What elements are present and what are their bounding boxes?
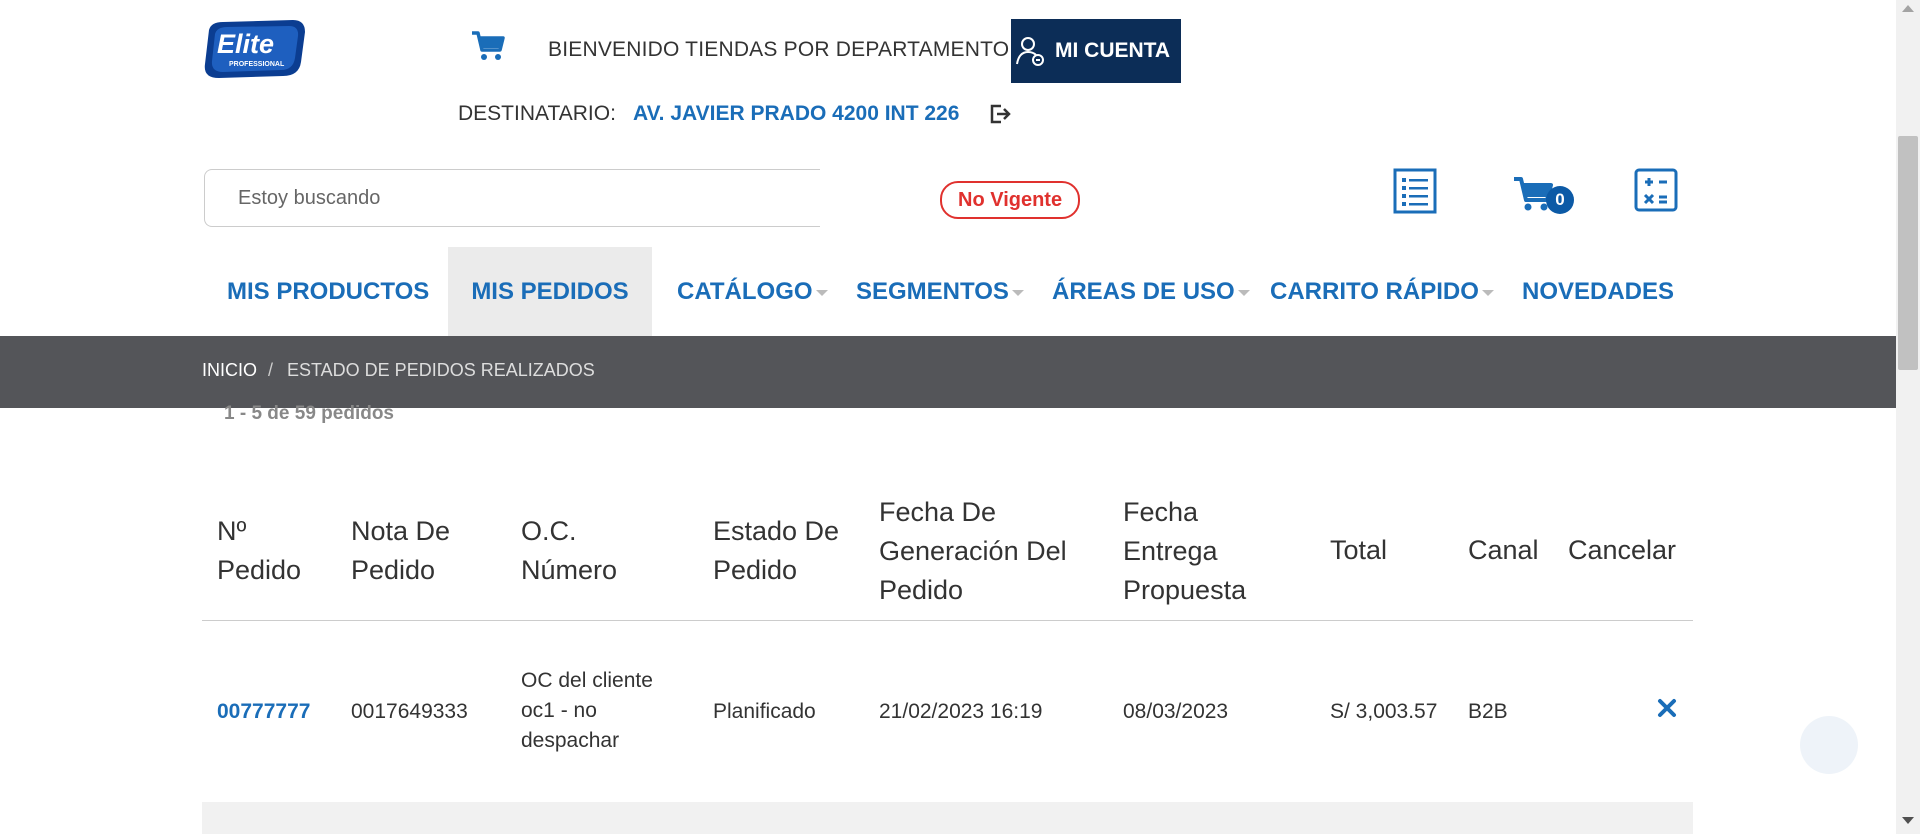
col-header-fecha-entrega: Fecha Entrega Propuesta: [1123, 497, 1247, 605]
cell-total: S/ 3,003.57: [1330, 700, 1438, 723]
chevron-down-icon: [1011, 289, 1024, 296]
cart-icon[interactable]: [470, 28, 506, 64]
col-header-canal: Canal: [1468, 535, 1539, 565]
nav-item-mis-pedidos[interactable]: MIS PEDIDOS: [448, 247, 652, 336]
logout-icon[interactable]: [988, 102, 1012, 126]
nav-item-mis-productos[interactable]: MIS PRODUCTOS: [227, 247, 429, 336]
breadcrumb-home[interactable]: INICIO: [202, 360, 257, 381]
calculator-icon[interactable]: [1634, 168, 1678, 212]
cell-canal: B2B: [1468, 700, 1508, 723]
col-header-cancelar: Cancelar: [1568, 535, 1677, 565]
col-header-fecha-generacion: Fecha De Generación Del Pedido: [879, 497, 1067, 605]
table-header-divider: [202, 620, 1693, 621]
col-header-nota: Nota De Pedido: [351, 516, 451, 585]
cell-nota: 0017649333: [351, 700, 468, 723]
breadcrumb-separator: /: [268, 360, 274, 380]
col-header-pedido: Nº Pedido: [217, 516, 302, 585]
nav-item-catalogo[interactable]: CATÁLOGO: [677, 247, 828, 336]
elite-logo[interactable]: Elite PROFESSIONAL: [201, 18, 307, 80]
chevron-down-icon: [1237, 289, 1250, 296]
cart-count-badge: 0: [1546, 186, 1574, 214]
scroll-to-top-button[interactable]: [1800, 716, 1858, 774]
svg-text:Elite: Elite: [217, 29, 274, 59]
scroll-down-arrow-icon[interactable]: [1902, 817, 1914, 824]
col-header-total: Total: [1330, 535, 1388, 565]
results-count: 1 - 5 de 59 pedidos: [224, 403, 394, 424]
col-header-estado: Estado De Pedido: [713, 516, 840, 585]
scrollbar[interactable]: [1896, 0, 1920, 834]
cancel-order-icon[interactable]: [1657, 698, 1677, 718]
cell-fecha-generacion: 21/02/2023 16:19: [879, 700, 1043, 723]
search-input[interactable]: [204, 169, 820, 227]
chevron-down-icon: [815, 289, 828, 296]
scrollbar-thumb[interactable]: [1898, 136, 1918, 370]
cell-fecha-entrega: 08/03/2023: [1123, 700, 1229, 723]
scroll-up-arrow-icon[interactable]: [1902, 5, 1914, 12]
table-row: [202, 802, 1693, 834]
order-number-link[interactable]: 00777777: [217, 700, 310, 724]
nav-item-carrito-rapido[interactable]: CARRITO RÁPIDO: [1270, 247, 1494, 336]
destinatario-label: DESTINATARIO:: [458, 102, 616, 125]
col-header-oc: O.C. Número: [521, 516, 618, 585]
user-icon: [1016, 37, 1044, 66]
welcome-text: BIENVENIDO TIENDAS POR DEPARTAMENTO: [548, 38, 1010, 61]
svg-text:PROFESSIONAL: PROFESSIONAL: [229, 61, 285, 68]
order-list-icon[interactable]: [1393, 168, 1437, 214]
chevron-down-icon: [1481, 289, 1494, 296]
breadcrumb: INICIO / ESTADO DE PEDIDOS REALIZADOS: [0, 336, 1896, 408]
nav-item-segmentos[interactable]: SEGMENTOS: [856, 247, 1024, 336]
cell-oc: OC del cliente oc1 - no despachar: [521, 669, 653, 752]
destinatario-address[interactable]: AV. JAVIER PRADO 4200 INT 226: [633, 102, 959, 126]
status-badge: No Vigente: [940, 181, 1081, 219]
main-nav: MIS PRODUCTOS MIS PEDIDOS CATÁLOGO SEGME…: [0, 247, 1896, 336]
nav-item-areas-de-uso[interactable]: ÁREAS DE USO: [1052, 247, 1250, 336]
account-label: MI CUENTA: [1055, 39, 1171, 62]
cell-estado: Planificado: [713, 700, 816, 723]
nav-item-novedades[interactable]: NOVEDADES: [1522, 247, 1674, 336]
breadcrumb-current: ESTADO DE PEDIDOS REALIZADOS: [287, 360, 595, 380]
my-account-button[interactable]: MI CUENTA: [1011, 19, 1181, 83]
